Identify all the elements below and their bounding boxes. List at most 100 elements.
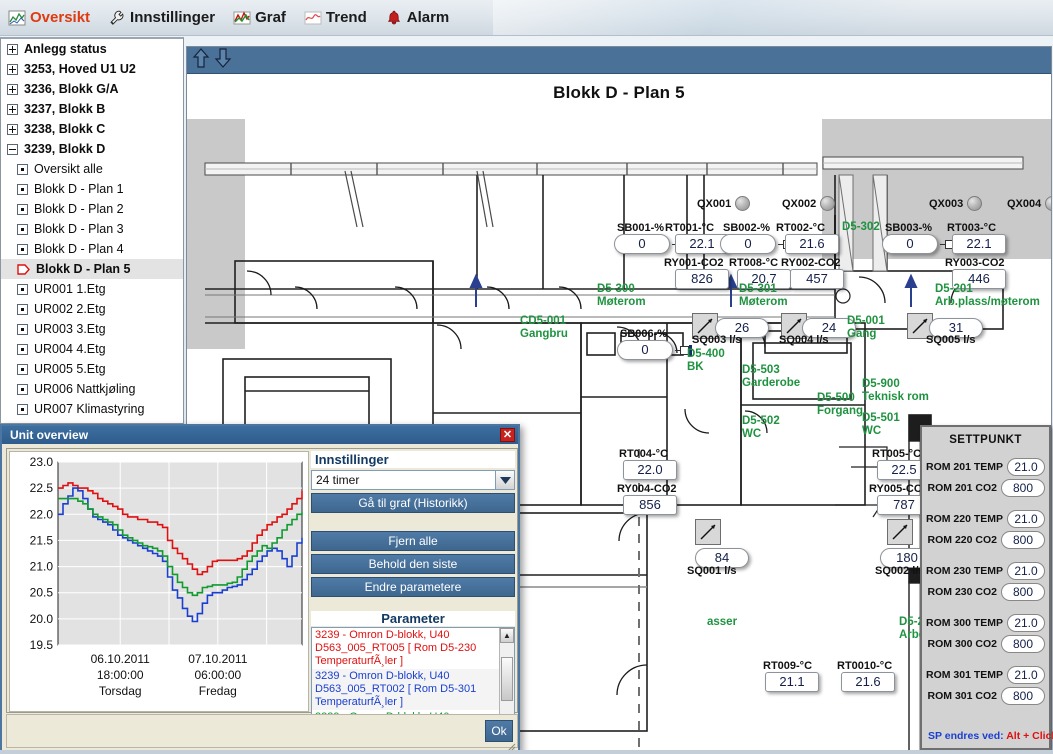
setpoint-value[interactable]: 21.0 — [1007, 509, 1045, 528]
setpoint-value[interactable]: 800 — [1001, 686, 1045, 705]
sidebar-item-11[interactable]: Blokk D - Plan 5 — [1, 259, 183, 279]
sensor-value-SB002-%[interactable]: 0 — [720, 234, 776, 254]
setpoint-value[interactable]: 21.0 — [1007, 613, 1045, 632]
sidebar-item-3[interactable]: 3237, Blokk B — [1, 99, 183, 119]
leaf-icon[interactable] — [17, 183, 28, 195]
arrow-up-icon[interactable] — [191, 47, 211, 74]
sensor-label-SB006-%: SB006-% — [620, 328, 668, 340]
sidebar-item-10[interactable]: Blokk D - Plan 4 — [1, 239, 183, 259]
sensor-label-SB001-%: SB001-% — [617, 222, 665, 234]
setpoint-rows: ROM 201 TEMP 21.0 ROM 201 CO2 800 ROM 220 TE… — [922, 446, 1049, 706]
sidebar-item-6[interactable]: Oversikt alle — [1, 159, 183, 179]
sensor-value-RY001-CO2[interactable]: 826 — [675, 269, 729, 289]
sidebar-item-13[interactable]: UR002 2.Etg — [1, 299, 183, 319]
close-icon[interactable]: ✕ — [500, 428, 515, 442]
setpoint-row-2-1: ROM 230 CO2 800 — [922, 581, 1049, 602]
parameter-item-1[interactable]: 3239 - Omron D-blokk, U40 D563_005_RT002… — [312, 669, 499, 710]
leaf-icon[interactable] — [17, 283, 28, 295]
arrow-down-icon[interactable] — [213, 47, 233, 74]
bell-icon — [385, 9, 403, 27]
period-select[interactable]: 24 timer — [311, 470, 515, 490]
scrollbar-thumb[interactable] — [501, 657, 513, 701]
sidebar-item-0[interactable]: Anlegg status — [1, 39, 183, 59]
leaf-icon[interactable] — [17, 383, 28, 395]
sensor-value-RT0010-°C[interactable]: 21.6 — [841, 672, 895, 692]
sidebar-item-5[interactable]: 3239, Blokk D — [1, 139, 183, 159]
sensor-value-RY002-CO2[interactable]: 457 — [790, 269, 844, 289]
expand-icon[interactable] — [7, 43, 18, 55]
sidebar-item-9[interactable]: Blokk D - Plan 3 — [1, 219, 183, 239]
sensor-value-SB006-%[interactable]: 0 — [617, 340, 673, 360]
expand-icon[interactable] — [7, 123, 18, 135]
sidebar-item-1[interactable]: 3253, Hoved U1 U2 — [1, 59, 183, 79]
sensor-value-SB001-%[interactable]: 0 — [614, 234, 670, 254]
leaf-icon[interactable] — [17, 343, 28, 355]
sidebar-item-2[interactable]: 3236, Blokk G/A — [1, 79, 183, 99]
svg-text:07.10.2011: 07.10.2011 — [188, 652, 247, 666]
nav-tab-innstillinger[interactable]: Innstillinger — [108, 9, 215, 27]
change-parameters-button[interactable]: Endre parametere — [311, 577, 515, 597]
nav-tab-oversikt[interactable]: Oversikt — [8, 9, 90, 27]
sensor-value-RY004-CO2[interactable]: 856 — [623, 495, 677, 515]
sensor-value-RT004-°C[interactable]: 22.0 — [623, 460, 677, 480]
sidebar-item-8[interactable]: Blokk D - Plan 2 — [1, 199, 183, 219]
unit-overview-dialog[interactable]: Unit overview ✕ 19.5 20.0 20.5 21.0 21.5 22.0… — [0, 424, 520, 754]
leaf-icon[interactable] — [17, 243, 28, 255]
goto-graph-button[interactable]: Gå til graf (Historikk) — [311, 493, 515, 513]
nav-tab-alarm[interactable]: Alarm — [385, 9, 449, 27]
dialog-footer: Ok — [6, 714, 518, 748]
settings-header: Innstillinger — [311, 451, 515, 468]
expand-icon[interactable] — [7, 63, 18, 75]
qx-indicator-QX003[interactable]: QX003 — [929, 196, 983, 211]
qx-indicator-QX001[interactable]: QX001 — [697, 196, 751, 211]
sensor-value-RT002-°C[interactable]: 21.6 — [785, 234, 839, 254]
sidebar-item-17[interactable]: UR006 Nattkjøling — [1, 379, 183, 399]
leaf-icon[interactable] — [17, 323, 28, 335]
setpoint-value[interactable]: 21.0 — [1007, 457, 1045, 476]
sensor-value-RT003-°C[interactable]: 22.1 — [952, 234, 1006, 254]
setpoint-value[interactable]: 21.0 — [1007, 561, 1045, 580]
sidebar-item-4[interactable]: 3238, Blokk C — [1, 119, 183, 139]
setpoint-value[interactable]: 800 — [1001, 634, 1045, 653]
setpoint-value[interactable]: 800 — [1001, 582, 1045, 601]
sensor-value-SB003-%[interactable]: 0 — [882, 234, 938, 254]
sidebar-item-18[interactable]: UR007 Klimastyring — [1, 399, 183, 419]
leaf-icon[interactable] — [17, 163, 28, 175]
dialog-titlebar[interactable]: Unit overview ✕ — [2, 426, 518, 444]
qx-indicator-QX002[interactable]: QX002 — [782, 196, 836, 211]
leaf-icon[interactable] — [17, 303, 28, 315]
expand-icon[interactable] — [7, 103, 18, 115]
sidebar-item-7[interactable]: Blokk D - Plan 1 — [1, 179, 183, 199]
scroll-up-icon[interactable]: ▲ — [500, 628, 514, 643]
sidebar-item-12[interactable]: UR001 1.Etg — [1, 279, 183, 299]
setpoint-value[interactable]: 800 — [1001, 530, 1045, 549]
sensor-label-RY002-CO2: RY002-CO2 — [781, 257, 841, 269]
nav-tab-graf[interactable]: Graf — [233, 9, 286, 27]
leaf-icon[interactable] — [17, 223, 28, 235]
qx-indicator-QX004[interactable]: QX004 — [1007, 196, 1051, 211]
sidebar-item-15[interactable]: UR004 4.Etg — [1, 339, 183, 359]
leaf-icon[interactable] — [17, 403, 28, 415]
svg-text:06.10.2011: 06.10.2011 — [91, 652, 150, 666]
sidebar-item-label: 3239, Blokk D — [24, 142, 106, 156]
parameter-item-0[interactable]: 3239 - Omron D-blokk, U40 D563_005_RT005… — [312, 628, 499, 669]
sidebar-item-16[interactable]: UR005 5.Etg — [1, 359, 183, 379]
navigation-tree-sidebar[interactable]: Anlegg status 3253, Hoved U1 U2 3236, Blok… — [0, 37, 184, 424]
expand-icon[interactable] — [7, 83, 18, 95]
setpoint-value[interactable]: 800 — [1001, 478, 1045, 497]
room-label-12: D5-501 WC — [862, 412, 900, 437]
remove-all-button[interactable]: Fjern alle — [311, 531, 515, 551]
application-window: Oversikt Innstillinger Graf Trend Alarm … — [0, 0, 1053, 754]
setpoint-value[interactable]: 21.0 — [1007, 665, 1045, 684]
leaf-icon[interactable] — [17, 203, 28, 215]
nav-tab-trend[interactable]: Trend — [304, 9, 367, 27]
keep-last-button[interactable]: Behold den siste — [311, 554, 515, 574]
leaf-icon[interactable] — [17, 363, 28, 375]
nav-tab-graf-label: Graf — [255, 9, 286, 26]
collapse-icon[interactable] — [7, 143, 18, 155]
sidebar-item-14[interactable]: UR003 3.Etg — [1, 319, 183, 339]
chevron-down-icon[interactable] — [495, 471, 514, 489]
sensor-value-RT009-°C[interactable]: 21.1 — [765, 672, 819, 692]
room-label-9: D5-500 Forgang — [817, 392, 863, 417]
svg-text:23.0: 23.0 — [30, 455, 54, 469]
